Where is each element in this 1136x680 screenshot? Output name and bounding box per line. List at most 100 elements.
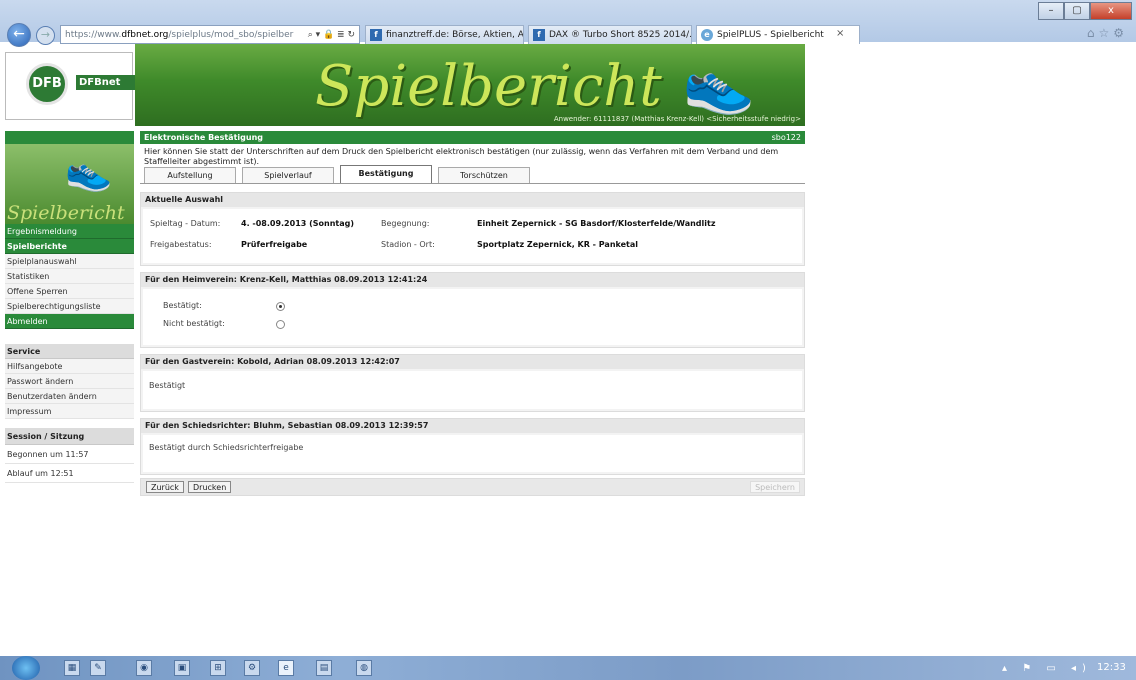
address-bar[interactable]: https://www.dfbnet.org/spielplus/mod_sbo… xyxy=(60,25,360,44)
button-bar: Zurück Drucken Speichern xyxy=(140,478,805,496)
tab-torschuetzen[interactable]: Torschützen xyxy=(438,167,530,183)
dfbnet-logo[interactable]: DFB DFBnet xyxy=(5,52,142,120)
tab-spielverlauf[interactable]: Spielverlauf xyxy=(242,167,334,183)
taskbar-clock[interactable]: 12:33 xyxy=(1097,662,1126,673)
tab-bestaetigung[interactable]: Bestätigung xyxy=(340,165,432,183)
sidebar-item-offene-sperren[interactable]: Offene Sperren xyxy=(5,284,134,299)
main-content: Elektronische Bestätigung sbo122 Hier kö… xyxy=(140,131,805,496)
tab-label: SpielPLUS - Spielbericht xyxy=(717,30,824,40)
spieltag-value: 4. -08.09.2013 (Sonntag) xyxy=(241,219,355,228)
bestaetigt-label: Bestätigt: xyxy=(163,301,202,310)
sidebar-header xyxy=(5,131,134,144)
close-button[interactable]: x xyxy=(1090,2,1132,20)
taskbar xyxy=(0,656,1136,680)
session-expiry: Ablauf um 12:51 xyxy=(5,464,134,483)
user-info: Anwender: 61111837 (Matthias Krenz-Kell)… xyxy=(553,115,801,123)
window-taskbar-icon[interactable]: ▣ xyxy=(174,660,190,676)
tab-close-icon[interactable]: × xyxy=(836,28,844,39)
maximize-button[interactable]: ▢ xyxy=(1064,2,1090,20)
intro-text: Hier können Sie statt der Unterschriften… xyxy=(144,147,779,166)
window-controls: – ▢ x xyxy=(1038,2,1132,20)
bestaetigt-radio[interactable] xyxy=(276,302,285,311)
page-tabs: Aufstellung Spielverlauf Bestätigung Tor… xyxy=(140,165,805,184)
explorer-taskbar-icon[interactable]: ▦ xyxy=(64,660,80,676)
back-page-button[interactable]: Zurück xyxy=(146,481,184,493)
app-taskbar-icon[interactable]: ▤ xyxy=(316,660,332,676)
service-section-title: Service xyxy=(5,344,134,359)
panel-body: Bestätigt: Nicht bestätigt: xyxy=(143,289,802,345)
banner-title: Spielbericht xyxy=(315,54,662,119)
schiri-status: Bestätigt durch Schiedsrichterfreigabe xyxy=(149,443,304,452)
browser-tab-finanztreff[interactable]: f finanztreff.de: Börse, Aktien, A... xyxy=(365,25,524,44)
forward-arrow-icon: → xyxy=(40,28,51,41)
sidebar-item-spielplanauswahl[interactable]: Spielplanauswahl xyxy=(5,254,134,269)
sidebar-item-passwort[interactable]: Passwort ändern xyxy=(5,374,134,389)
sidebar-image-word: Spielbericht xyxy=(7,202,125,224)
logo-text: DFBnet xyxy=(76,75,142,90)
sidebar-item-spielberechtigungsliste[interactable]: Spielberechtigungsliste xyxy=(5,299,134,314)
football-boots-icon: 👟 xyxy=(65,149,113,193)
nicht-bestaetigt-radio[interactable] xyxy=(276,320,285,329)
browser-tab-dax[interactable]: f DAX ® Turbo Short 8525 2014/... xyxy=(528,25,692,44)
football-boots-icon: 👟 xyxy=(682,49,755,117)
stadion-value: Sportplatz Zepernick, KR - Panketal xyxy=(477,240,639,249)
tab-label: DAX ® Turbo Short 8525 2014/... xyxy=(549,30,692,40)
page-title: Elektronische Bestätigung xyxy=(144,133,263,142)
address-bar-icons[interactable]: ⌕ ▾ 🔒 ≣ ↻ xyxy=(308,26,355,43)
address-domain: dfbnet.org xyxy=(121,30,169,40)
dfb-emblem-icon: DFB xyxy=(26,63,68,105)
system-tray-icons[interactable]: ▴ ⚑ ▭ ◂) xyxy=(1002,663,1092,674)
settings-taskbar-icon[interactable]: ⚙ xyxy=(244,660,260,676)
tab-aufstellung[interactable]: Aufstellung xyxy=(144,167,236,183)
sidebar-item-impressum[interactable]: Impressum xyxy=(5,404,134,419)
grid-taskbar-icon[interactable]: ⊞ xyxy=(210,660,226,676)
address-path: /spielplus/mod_sbo/spielber xyxy=(168,30,294,40)
sidebar-item-spielberichte[interactable]: Spielberichte xyxy=(5,239,134,254)
facebook-favicon-icon: f xyxy=(370,29,382,41)
panel-title: Für den Schiedsrichter: Bluhm, Sebastian… xyxy=(141,419,804,433)
panel-body: Bestätigt xyxy=(143,371,802,409)
sidebar-image: 👟 Spielbericht xyxy=(5,144,134,224)
browser-toolbar-icons[interactable]: ⌂☆⚙ xyxy=(1087,26,1128,40)
session-section-title: Session / Sitzung xyxy=(5,428,134,445)
tab-label: finanztreff.de: Börse, Aktien, A... xyxy=(386,30,524,40)
sidebar-gap xyxy=(5,419,134,428)
ie-taskbar-icon[interactable]: e xyxy=(278,660,294,676)
save-button[interactable]: Speichern xyxy=(750,481,800,493)
sidebar-item-benutzerdaten[interactable]: Benutzerdaten ändern xyxy=(5,389,134,404)
sidebar-item-statistiken[interactable]: Statistiken xyxy=(5,269,134,284)
panel-title: Aktuelle Auswahl xyxy=(141,193,804,207)
page-code: sbo122 xyxy=(771,133,801,142)
ie-favicon-icon: e xyxy=(701,29,713,41)
panel-gastverein: Für den Gastverein: Kobold, Adrian 08.09… xyxy=(140,354,805,412)
back-arrow-icon: ← xyxy=(13,26,25,42)
begegnung-label: Begegnung: xyxy=(381,219,430,228)
firefox-taskbar-icon[interactable]: ◍ xyxy=(356,660,372,676)
minimize-button[interactable]: – xyxy=(1038,2,1064,20)
panel-aktuelle-auswahl: Aktuelle Auswahl Spieltag - Datum: 4. -0… xyxy=(140,192,805,266)
panel-schiedsrichter: Für den Schiedsrichter: Bluhm, Sebastian… xyxy=(140,418,805,475)
paint-taskbar-icon[interactable]: ✎ xyxy=(90,660,106,676)
panel-title: Für den Heimverein: Krenz-Kell, Matthias… xyxy=(141,273,804,287)
forward-button[interactable]: → xyxy=(36,26,55,45)
facebook-favicon-icon: f xyxy=(533,29,545,41)
panel-title: Für den Gastverein: Kobold, Adrian 08.09… xyxy=(141,355,804,369)
panel-body: Spieltag - Datum: 4. -08.09.2013 (Sonnta… xyxy=(143,209,802,263)
panel-heimverein: Für den Heimverein: Krenz-Kell, Matthias… xyxy=(140,272,805,348)
sidebar-item-abmelden[interactable]: Abmelden xyxy=(5,314,134,329)
session-start: Begonnen um 11:57 xyxy=(5,445,134,464)
back-button[interactable]: ← xyxy=(7,23,31,47)
print-button[interactable]: Drucken xyxy=(188,481,232,493)
sidebar-item-hilfsangebote[interactable]: Hilfsangebote xyxy=(5,359,134,374)
windows-start-button[interactable] xyxy=(12,656,40,680)
freigabe-value: Prüferfreigabe xyxy=(241,240,308,249)
spieltag-label: Spieltag - Datum: xyxy=(150,219,221,228)
freigabe-label: Freigabestatus: xyxy=(150,240,212,249)
panel-body: Bestätigt durch Schiedsrichterfreigabe xyxy=(143,435,802,472)
sidebar-item-ergebnismeldung[interactable]: Ergebnismeldung xyxy=(5,224,134,239)
media-taskbar-icon[interactable]: ◉ xyxy=(136,660,152,676)
sidebar: 👟 Spielbericht Ergebnismeldung Spielberi… xyxy=(5,131,134,483)
header-banner: Spielbericht 👟 Anwender: 61111837 (Matth… xyxy=(135,44,805,126)
gast-status: Bestätigt xyxy=(149,381,186,390)
stadion-label: Stadion - Ort: xyxy=(381,240,435,249)
